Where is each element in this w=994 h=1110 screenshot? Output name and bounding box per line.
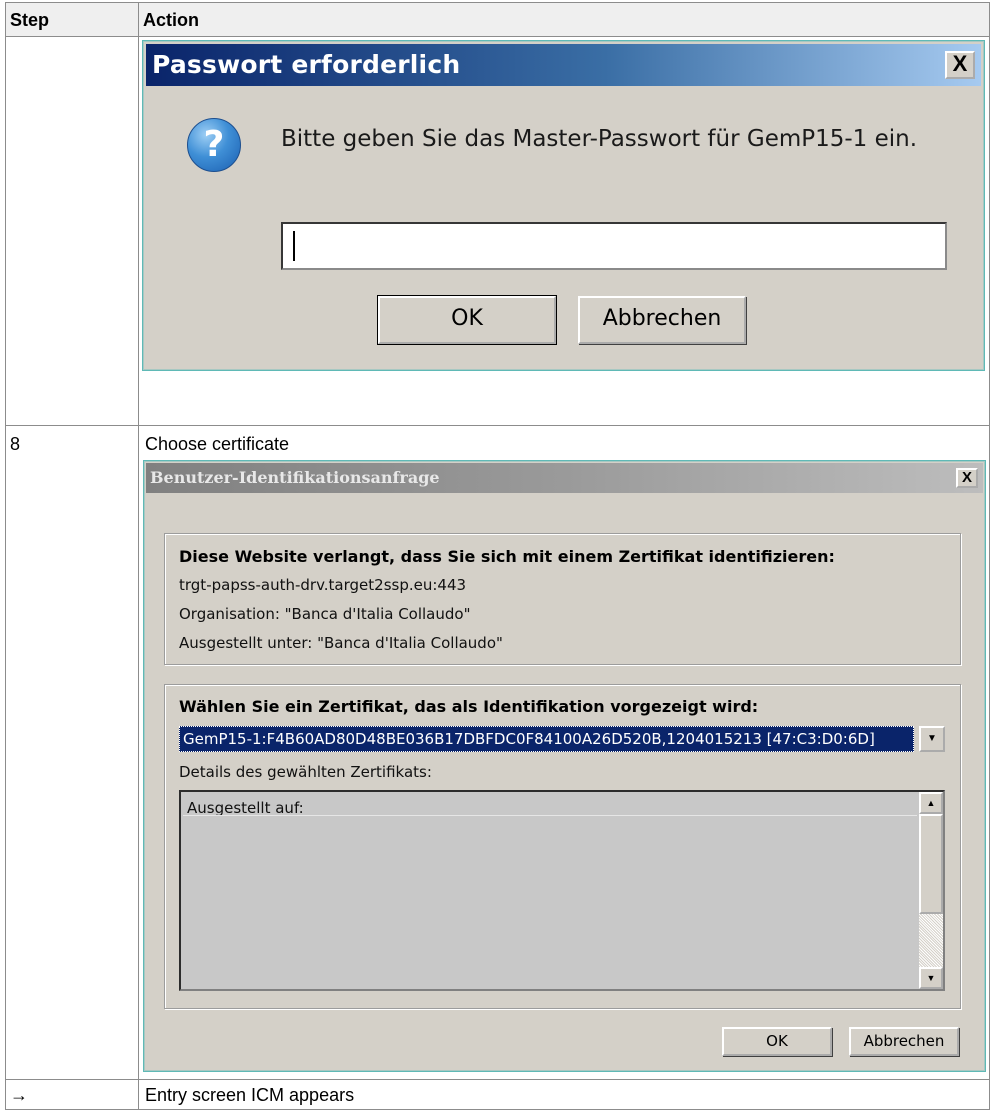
- password-input[interactable]: [281, 222, 947, 270]
- dialog-titlebar: Benutzer-Identifikationsanfrage X: [146, 463, 983, 493]
- table-row: 8 Choose certificate Benutzer-Identifika…: [5, 425, 990, 1080]
- ok-button[interactable]: OK: [377, 295, 557, 345]
- column-header-action: Action: [138, 2, 990, 37]
- cancel-button[interactable]: Abbrechen: [578, 296, 746, 344]
- action-text: Entry screen ICM appears: [145, 1085, 355, 1105]
- certificate-details-box[interactable]: Ausgestellt auf: ▲ ▼: [179, 790, 945, 991]
- text-caret: [293, 231, 295, 261]
- question-icon: ?: [187, 118, 241, 172]
- choose-heading: Wählen Sie ein Zertifikat, das als Ident…: [179, 697, 759, 716]
- step-cell: →: [5, 1079, 139, 1110]
- ok-button[interactable]: OK: [722, 1027, 832, 1056]
- table-header-row: Step Action: [5, 2, 990, 37]
- dropdown-arrow-icon[interactable]: ▼: [919, 726, 945, 752]
- scrollbar-thumb[interactable]: [919, 814, 943, 914]
- close-button[interactable]: X: [956, 468, 978, 488]
- password-dialog: Passwort erforderlich X ? Bitte geben Si…: [142, 40, 985, 371]
- scrollbar-track[interactable]: [919, 914, 943, 967]
- close-button[interactable]: X: [945, 51, 975, 79]
- scroll-up-icon[interactable]: ▲: [919, 792, 943, 814]
- action-cell: Passwort erforderlich X ? Bitte geben Si…: [138, 36, 990, 426]
- action-cell: Choose certificate Benutzer-Identifikati…: [138, 425, 990, 1080]
- site-host: trgt-papss-auth-drv.target2ssp.eu:443: [179, 576, 467, 594]
- dialog-titlebar: Passwort erforderlich X: [146, 44, 981, 86]
- dialog-title: Passwort erforderlich: [152, 50, 461, 79]
- site-info-group: Diese Website verlangt, dass Sie sich mi…: [164, 533, 961, 665]
- action-text: Choose certificate: [145, 434, 290, 454]
- action-cell: Entry screen ICM appears: [138, 1079, 990, 1110]
- issued-under-text: Ausgestellt unter: "Banca d'Italia Colla…: [179, 634, 503, 652]
- vertical-scrollbar[interactable]: ▲ ▼: [919, 792, 943, 989]
- procedure-table: Step Action Passwort erforderlich X ? Bi…: [5, 2, 990, 1110]
- scroll-down-icon[interactable]: ▼: [919, 967, 943, 989]
- selected-certificate[interactable]: GemP15-1:F4B60AD80D48BE036B17DBFDC0F8410…: [179, 726, 914, 752]
- certificate-dialog: Benutzer-Identifikationsanfrage X Diese …: [143, 460, 986, 1072]
- details-label: Details des gewählten Zertifikats:: [179, 763, 432, 781]
- organisation-text: Organisation: "Banca d'Italia Collaudo": [179, 605, 471, 623]
- table-row: → Entry screen ICM appears: [5, 1079, 990, 1110]
- cancel-button[interactable]: Abbrechen: [849, 1027, 959, 1056]
- certificate-select[interactable]: GemP15-1:F4B60AD80D48BE036B17DBFDC0F8410…: [179, 726, 945, 752]
- site-heading: Diese Website verlangt, dass Sie sich mi…: [179, 547, 835, 566]
- step-cell: 8: [5, 425, 139, 1080]
- password-prompt-message: Bitte geben Sie das Master-Passwort für …: [281, 126, 918, 152]
- table-row: Passwort erforderlich X ? Bitte geben Si…: [5, 36, 990, 426]
- certificate-select-group: Wählen Sie ein Zertifikat, das als Ident…: [164, 684, 961, 1009]
- dialog-title: Benutzer-Identifikationsanfrage: [150, 468, 440, 487]
- column-header-step: Step: [5, 2, 139, 37]
- step-cell: [5, 36, 139, 426]
- divider: [183, 815, 917, 816]
